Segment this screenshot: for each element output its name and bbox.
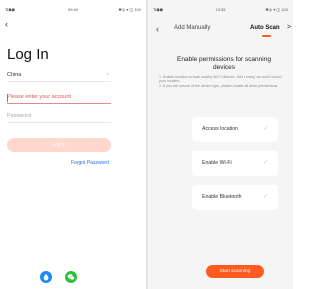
check-icon: ✓ (263, 193, 269, 200)
wechat-icon (67, 274, 75, 280)
note-all-permissions: 2. If you are unsure of the device type,… (159, 84, 278, 89)
scroll-right-icon[interactable]: > (287, 24, 291, 31)
check-icon: ✓ (263, 125, 269, 132)
password-input[interactable] (7, 113, 111, 119)
active-tab-indicator (262, 35, 271, 37)
permissions-title: Enable permissions for scanning devices (177, 56, 271, 71)
screenshot-pair: ⇅◼◼ 09:49 ✱◎ ▾ ◫ 100 ‹ Log In China > Lo… (0, 0, 293, 289)
page-title: Log In (7, 46, 49, 63)
wechat-login-button[interactable] (65, 271, 77, 283)
note-location: 1. Enable location to scan nearby Wi-Fi … (159, 75, 282, 84)
permission-bluetooth[interactable]: Enable Bluetooth ✓ (192, 185, 278, 210)
permission-wifi[interactable]: Enable Wi-Fi ✓ (192, 151, 278, 176)
status-right-icons: ✱◎ ▾ ◫ 100 (265, 7, 288, 12)
account-field-row (7, 94, 111, 104)
password-field-row (7, 113, 111, 123)
status-bar: ⇅◼◼ 13:35 ✱◎ ▾ ◫ 100 (153, 7, 288, 15)
start-scanning-button[interactable]: Start scanning (206, 265, 264, 278)
auto-scan-screen: ⇅◼◼ 13:35 ✱◎ ▾ ◫ 100 ‹ Add Manually Auto… (148, 0, 293, 289)
permission-label: Enable Wi-Fi (202, 160, 232, 166)
login-button[interactable]: Log in (7, 138, 111, 152)
check-icon: ✓ (263, 159, 269, 166)
text-cursor (7, 94, 8, 102)
permission-label: Enable Bluetooth (202, 194, 242, 200)
drop-login-button[interactable] (40, 271, 52, 283)
status-right-icons: ✱◎ ▾ ◫ 100 (118, 7, 141, 12)
permission-location[interactable]: Access location ✓ (192, 117, 278, 142)
status-bar: ⇅◼◼ 09:49 ✱◎ ▾ ◫ 100 (5, 7, 141, 15)
chevron-right-icon: > (106, 72, 109, 78)
back-arrow-icon[interactable]: ‹ (5, 20, 8, 29)
login-screen: ⇅◼◼ 09:49 ✱◎ ▾ ◫ 100 ‹ Log In China > Lo… (0, 0, 146, 289)
permission-label: Access location (202, 126, 239, 132)
country-selector[interactable]: China > (7, 72, 111, 82)
permission-notes: 1. Enable location to scan nearby Wi-Fi … (159, 75, 286, 89)
drop-icon (43, 273, 49, 281)
tab-add-manually[interactable]: Add Manually (174, 25, 210, 31)
tab-bar: Add Manually Auto Scan (148, 25, 293, 37)
forgot-password-link[interactable]: Forgot Password (71, 160, 109, 166)
tab-auto-scan[interactable]: Auto Scan (250, 25, 280, 31)
country-value: China (7, 72, 22, 78)
account-input[interactable] (7, 94, 111, 100)
